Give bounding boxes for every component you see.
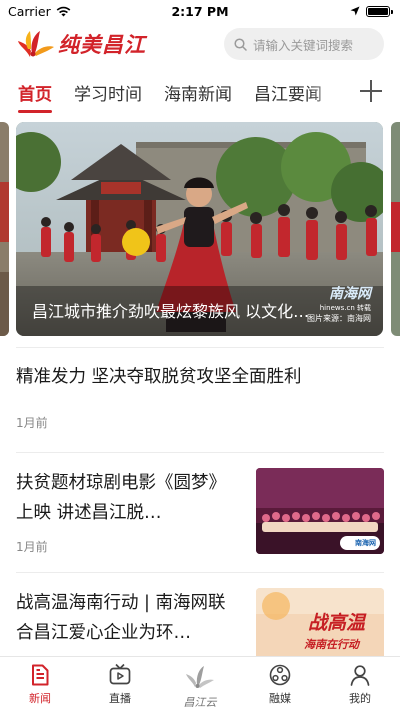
watermark-name: 南海网 (329, 286, 371, 302)
app-logo[interactable]: 纯美昌江 (16, 27, 146, 61)
logo-text: 纯美昌江 (58, 32, 146, 57)
tab-home[interactable]: 首页 (18, 70, 52, 115)
profile-icon (350, 665, 370, 686)
nav-changjiang-cloud[interactable]: 昌江云 (160, 657, 240, 710)
search-placeholder[interactable]: 请输入关键词搜索 (253, 35, 353, 54)
tab-study-time[interactable]: 学习时间 (74, 70, 142, 115)
nav-profile[interactable]: 我的 (320, 657, 400, 710)
carousel-next-slide[interactable] (391, 122, 400, 336)
category-tabs: 首页 学习时间 海南新闻 昌江要闻 (0, 68, 400, 116)
feed-divider (16, 347, 384, 348)
news-icon (32, 664, 49, 686)
media-hub-icon (269, 664, 291, 686)
watermark-tag: 转载 (357, 304, 371, 312)
live-tv-icon (109, 663, 131, 685)
tab-list: 首页 学习时间 海南新闻 昌江要闻 (0, 69, 340, 115)
watermark-credit: 图片来源：南海网 (307, 314, 371, 323)
nav-news[interactable]: 新闻 (0, 657, 80, 710)
thumbnail-badge: 南海网 (355, 539, 376, 547)
thumbnail-subheadline: 海南在行动 (304, 638, 359, 651)
feed-divider (16, 452, 384, 453)
article-title[interactable]: 战高温海南行动 | 南海网联合昌江爱心企业为环… (16, 588, 236, 648)
logo-flower-icon (18, 31, 54, 57)
search-box[interactable]: 请输入关键词搜索 (224, 28, 384, 60)
nav-label: 直播 (109, 692, 131, 705)
nav-live[interactable]: 直播 (80, 657, 160, 710)
search-icon (234, 37, 247, 51)
nav-label: 昌江云 (183, 696, 217, 709)
wifi-icon (56, 6, 71, 16)
article-item[interactable]: 战高温海南行动 | 南海网联合昌江爱心企业为环… (16, 588, 236, 648)
app-header: 纯美昌江 请输入关键词搜索 (0, 22, 400, 66)
article-time: 1月前 (16, 416, 48, 430)
article-thumbnail[interactable]: 战高温 海南在行动 (256, 588, 384, 656)
nav-label: 融媒 (269, 692, 291, 705)
battery-icon (366, 5, 393, 17)
nav-media-hub[interactable]: 融媒 (240, 657, 320, 710)
tab-fade (310, 69, 340, 115)
article-title[interactable]: 扶贫题材琼剧电影《圆梦》上映 讲述昌江脱… (16, 468, 236, 528)
thumbnail-headline: 战高温 (308, 612, 366, 634)
changjiang-cloud-logo-icon (186, 666, 214, 688)
article-thumbnail[interactable]: 南海网 (256, 468, 384, 554)
article-title[interactable]: 精准发力 坚决夺取脱贫攻坚全面胜利 (16, 362, 384, 392)
nav-label: 我的 (349, 692, 371, 705)
watermark-site: hinews.cn (319, 304, 355, 312)
bottom-navigation: 新闻 直播 昌江云 融媒 我的 (0, 656, 400, 710)
source-watermark: 南海网 hinews.cn 转载 图片来源：南海网 (307, 283, 371, 324)
carrier-label: Carrier (8, 3, 51, 19)
article-item[interactable]: 精准发力 坚决夺取脱贫攻坚全面胜利 1月前 (16, 362, 384, 431)
plus-icon[interactable] (358, 78, 384, 104)
feed-divider (16, 572, 384, 573)
location-arrow-icon (350, 6, 360, 16)
tab-hainan-news[interactable]: 海南新闻 (164, 70, 232, 115)
carousel-slide-main[interactable]: 昌江城市推介劲吹最炫黎族风 以文化… 南海网 hinews.cn 转载 图片来源… (16, 122, 383, 336)
carousel-prev-slide[interactable] (0, 122, 9, 336)
nav-label: 新闻 (29, 692, 51, 705)
status-bar: Carrier 2:17 PM (0, 0, 400, 22)
carousel-caption[interactable]: 昌江城市推介劲吹最炫黎族风 以文化… (32, 298, 312, 322)
battery-fill (368, 7, 388, 15)
headline-carousel[interactable]: 昌江城市推介劲吹最炫黎族风 以文化… 南海网 hinews.cn 转载 图片来源… (0, 122, 400, 336)
article-time: 1月前 (16, 540, 48, 554)
article-item[interactable]: 扶贫题材琼剧电影《圆梦》上映 讲述昌江脱… 1月前 (16, 468, 236, 555)
